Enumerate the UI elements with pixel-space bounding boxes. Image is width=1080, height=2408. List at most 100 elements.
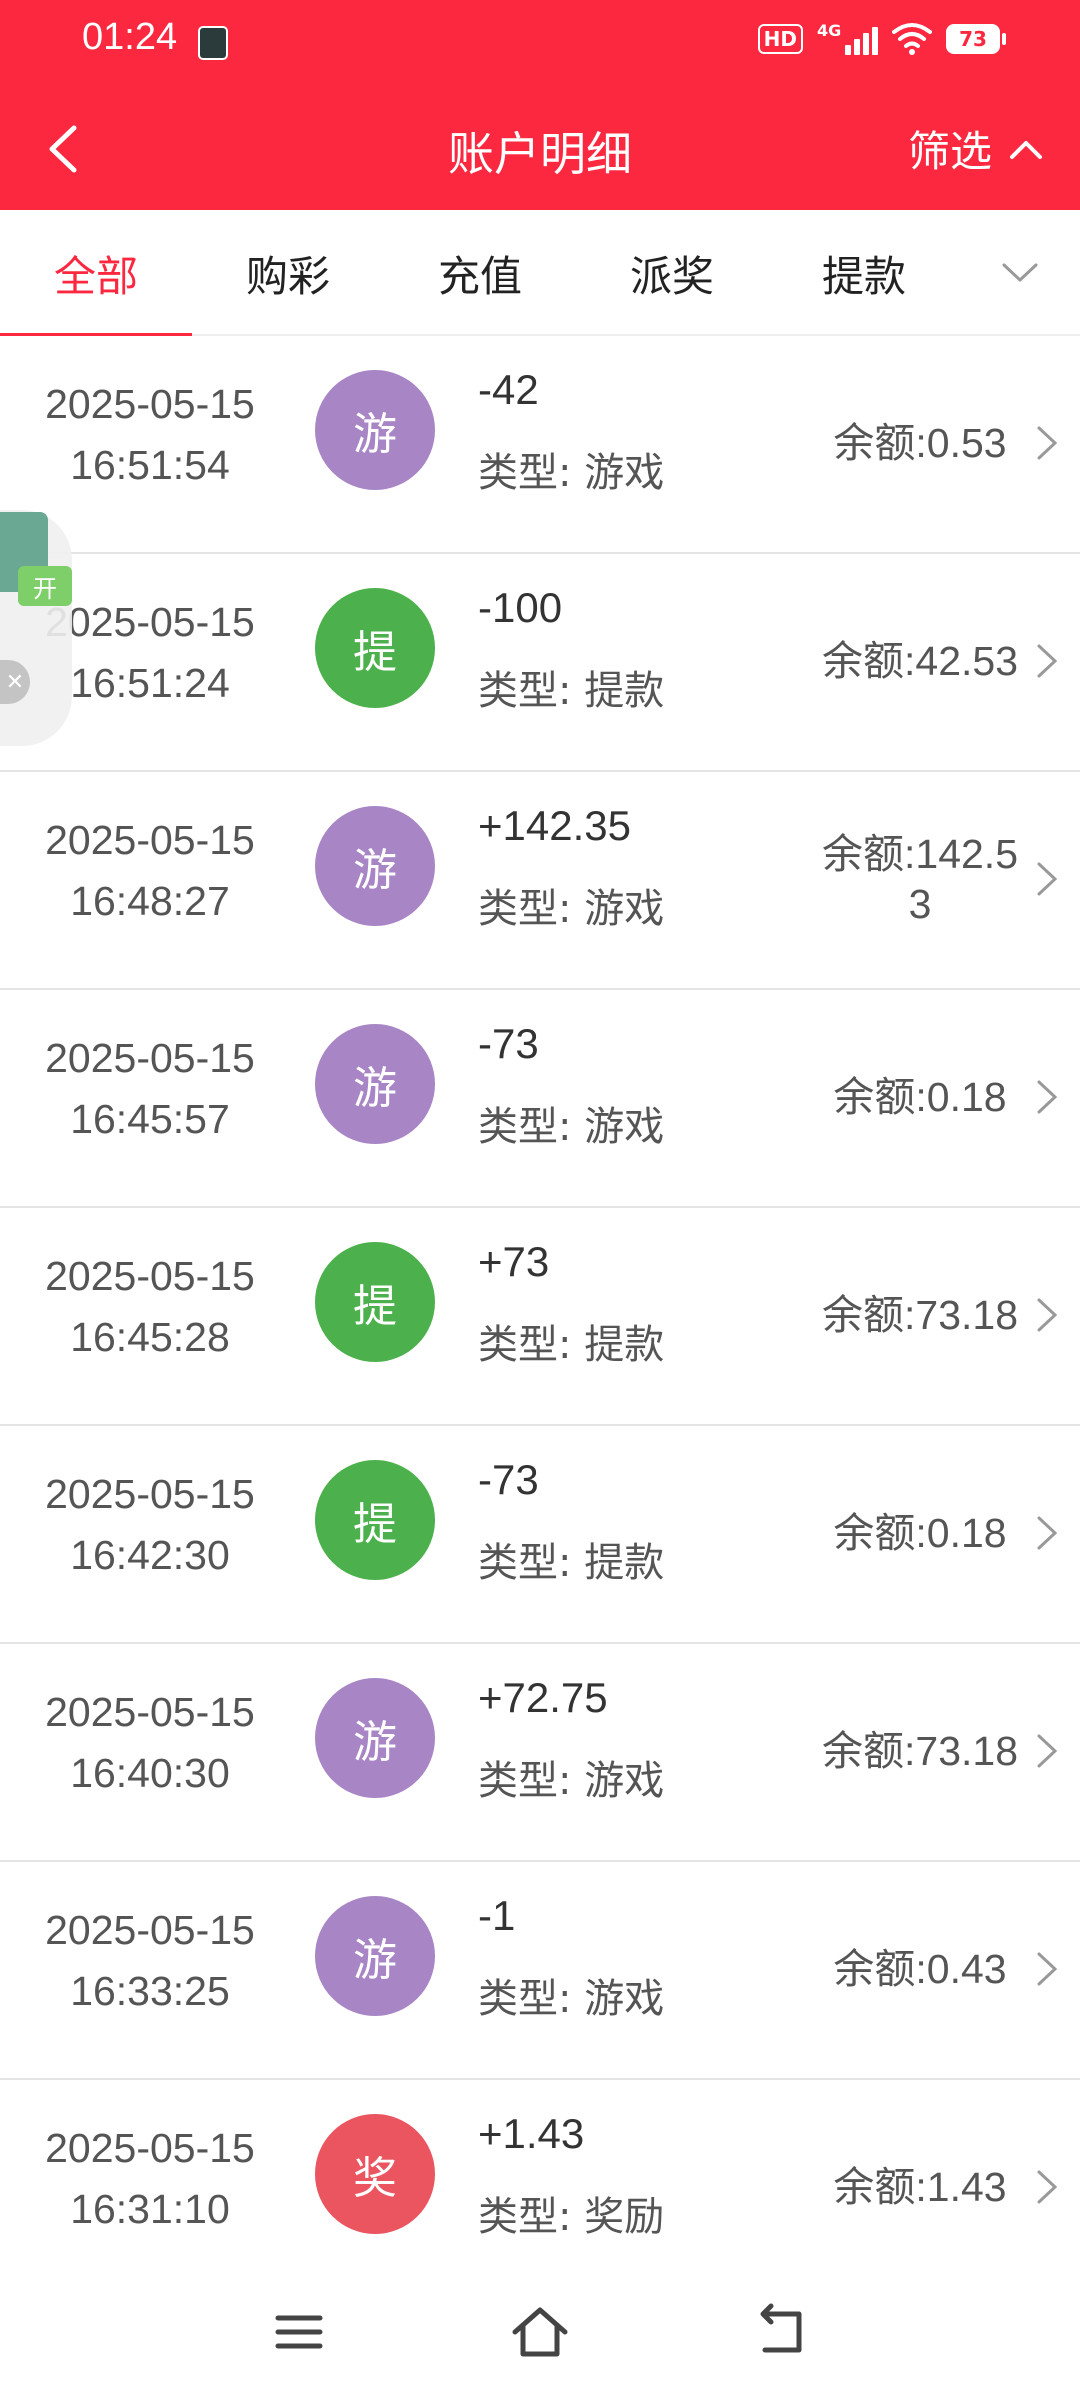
status-time: 01:24: [82, 16, 178, 58]
row-date: 2025-05-15: [45, 1253, 255, 1299]
transaction-row[interactable]: 2025-05-15 16:45:28 提 +73 类型: 提款 余额:73.1…: [0, 1208, 1080, 1426]
row-amount: -73: [478, 1020, 539, 1067]
tab-payout-label: 派奖: [629, 251, 714, 301]
row-date: 2025-05-15: [45, 1907, 255, 1953]
type-badge: 游: [315, 370, 435, 490]
transaction-row[interactable]: 2025-05-15 16:51:54 游 -42 类型: 游戏 余额:0.53: [0, 336, 1080, 554]
row-type: 类型: 提款: [478, 1322, 665, 1368]
tab-all-label: 全部: [53, 251, 138, 301]
row-datetime: 2025-05-15 16:45:28: [0, 1246, 300, 1368]
row-time: 16:51:54: [70, 442, 230, 488]
menu-icon[interactable]: [264, 2302, 334, 2362]
row-datetime: 2025-05-15 16:45:57: [0, 1028, 300, 1150]
notification-app-icon: [198, 26, 228, 60]
row-date: 2025-05-15: [45, 381, 255, 427]
tab-all[interactable]: 全部: [0, 210, 192, 338]
tab-deposit[interactable]: 充值: [384, 210, 576, 336]
close-icon[interactable]: ✕: [0, 660, 30, 704]
row-amount: +72.75: [478, 1674, 608, 1721]
row-type: 类型: 提款: [478, 668, 665, 714]
row-date: 2025-05-15: [45, 817, 255, 863]
row-type: 类型: 奖励: [478, 2194, 665, 2240]
transaction-row[interactable]: 2025-05-15 16:40:30 游 +72.75 类型: 游戏 余额:7…: [0, 1644, 1080, 1862]
filter-label: 筛选: [907, 127, 992, 176]
row-balance: 余额:142.53: [822, 831, 1018, 927]
row-date: 2025-05-15: [45, 1471, 255, 1517]
category-tabs: 全部 购彩 充值 派奖 提款: [0, 210, 1080, 338]
transaction-row[interactable]: 2025-05-15 16:48:27 游 +142.35 类型: 游戏 余额:…: [0, 772, 1080, 990]
row-balance: 余额:73.18: [822, 1292, 1018, 1338]
row-time: 16:31:10: [70, 2186, 230, 2232]
type-badge: 提: [315, 1460, 435, 1580]
status-indicators: HD 4G 73: [757, 21, 1006, 56]
row-type: 类型: 游戏: [478, 1976, 665, 2022]
chevron-right-icon: [1037, 1516, 1058, 1550]
row-amount: -73: [478, 1456, 539, 1503]
chevron-right-icon: [1037, 426, 1058, 460]
transaction-row[interactable]: 2025-05-15 16:33:25 游 -1 类型: 游戏 余额:0.43: [0, 1862, 1080, 2080]
row-datetime: 2025-05-15 16:51:54: [0, 374, 300, 496]
home-icon[interactable]: [505, 2302, 575, 2362]
tab-deposit-label: 充值: [437, 251, 522, 301]
row-time: 16:45:57: [70, 1096, 230, 1142]
transaction-row[interactable]: 2025-05-15 16:51:24 提 -100 类型: 提款 余额:42.…: [0, 554, 1080, 772]
row-time: 16:33:25: [70, 1968, 230, 2014]
row-date: 2025-05-15: [45, 1035, 255, 1081]
row-type: 类型: 游戏: [478, 450, 665, 496]
row-type: 类型: 游戏: [478, 1104, 665, 1150]
row-balance: 余额:42.53: [822, 638, 1018, 684]
row-time: 16:45:28: [70, 1314, 230, 1360]
type-badge: 游: [315, 806, 435, 926]
row-time: 16:40:30: [70, 1750, 230, 1796]
floating-widget[interactable]: 开 ✕: [0, 510, 72, 746]
chevron-right-icon: [1037, 862, 1058, 896]
chevron-right-icon: [1037, 1734, 1058, 1768]
type-badge: 游: [315, 1678, 435, 1798]
row-balance: 余额:73.18: [822, 1728, 1018, 1774]
chevron-right-icon: [1037, 1952, 1058, 1986]
hd-icon: HD: [757, 24, 803, 54]
type-badge: 游: [315, 1896, 435, 2016]
back-nav-icon[interactable]: [745, 2302, 815, 2362]
row-date: 2025-05-15: [45, 1689, 255, 1735]
row-date: 2025-05-15: [45, 2125, 255, 2171]
row-amount: -42: [478, 366, 539, 413]
row-amount: +73: [478, 1238, 550, 1285]
transaction-row[interactable]: 2025-05-15 16:45:57 游 -73 类型: 游戏 余额:0.18: [0, 990, 1080, 1208]
tab-payout[interactable]: 派奖: [576, 210, 768, 336]
chevron-up-icon: [1010, 140, 1042, 159]
row-type: 类型: 游戏: [478, 1758, 665, 1804]
row-amount: +142.35: [478, 802, 631, 849]
tab-lottery-purchase-label: 购彩: [245, 251, 330, 301]
row-amount: +1.43: [478, 2110, 585, 2157]
row-datetime: 2025-05-15 16:48:27: [0, 810, 300, 932]
row-balance: 余额:0.18: [833, 1510, 1007, 1556]
row-datetime: 2025-05-15 16:40:30: [0, 1682, 300, 1804]
chevron-right-icon: [1037, 1298, 1058, 1332]
battery-icon: 73: [946, 24, 1006, 54]
chevron-right-icon: [1037, 644, 1058, 678]
row-time: 16:48:27: [70, 878, 230, 924]
open-button[interactable]: 开: [18, 566, 72, 606]
transaction-row[interactable]: 2025-05-15 16:42:30 提 -73 类型: 提款 余额:0.18: [0, 1426, 1080, 1644]
transaction-list: 2025-05-15 16:51:54 游 -42 类型: 游戏 余额:0.53…: [0, 336, 1080, 2298]
row-balance: 余额:0.43: [833, 1946, 1007, 1992]
chevron-right-icon: [1037, 1080, 1058, 1114]
tab-lottery-purchase[interactable]: 购彩: [192, 210, 384, 336]
row-amount: -1: [478, 1892, 516, 1939]
chevron-down-icon[interactable]: [1000, 252, 1040, 292]
row-type: 类型: 提款: [478, 1540, 665, 1586]
tab-withdraw-label: 提款: [821, 251, 906, 301]
row-datetime: 2025-05-15 16:33:25: [0, 1900, 300, 2022]
tab-withdraw[interactable]: 提款: [768, 210, 960, 336]
status-bar: 01:24 HD 4G 73: [0, 0, 1080, 88]
cellular-signal-icon: 4G: [817, 21, 878, 55]
network-type-label: 4G: [817, 21, 842, 40]
type-badge: 提: [315, 1242, 435, 1362]
chevron-right-icon: [1037, 2170, 1058, 2204]
row-datetime: 2025-05-15 16:42:30: [0, 1464, 300, 1586]
wifi-icon: [892, 23, 932, 55]
type-badge: 提: [315, 588, 435, 708]
filter-button[interactable]: 筛选: [908, 118, 1044, 179]
app-header: 账户明细 筛选: [0, 88, 1080, 210]
